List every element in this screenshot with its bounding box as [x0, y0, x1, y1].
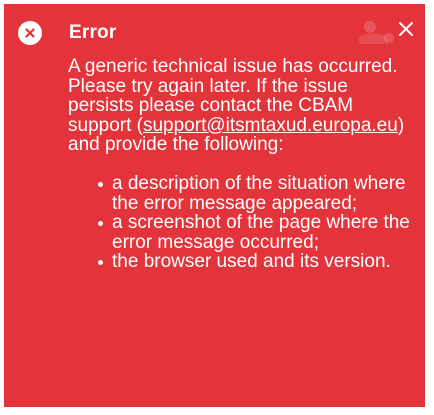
background-decoration-icon	[358, 21, 394, 44]
support-email-link[interactable]: support@itsmtaxud.europa.eu	[143, 115, 398, 136]
error-message: A generic technical issue has occurred. …	[68, 57, 418, 155]
close-button[interactable]	[393, 16, 419, 42]
list-item: a screenshot of the page where the error…	[97, 213, 418, 252]
dialog-header: Error	[4, 4, 425, 58]
dialog-body: A generic technical issue has occurred. …	[68, 57, 418, 272]
close-icon	[399, 22, 413, 36]
error-icon	[18, 21, 42, 45]
list-item: a description of the situation where the…	[97, 174, 418, 213]
required-info-list: a description of the situation where the…	[68, 174, 418, 272]
error-dialog: Error A generic technical issue has occu…	[4, 4, 425, 407]
list-item: the browser used and its version.	[97, 252, 418, 272]
dialog-title: Error	[69, 22, 117, 43]
